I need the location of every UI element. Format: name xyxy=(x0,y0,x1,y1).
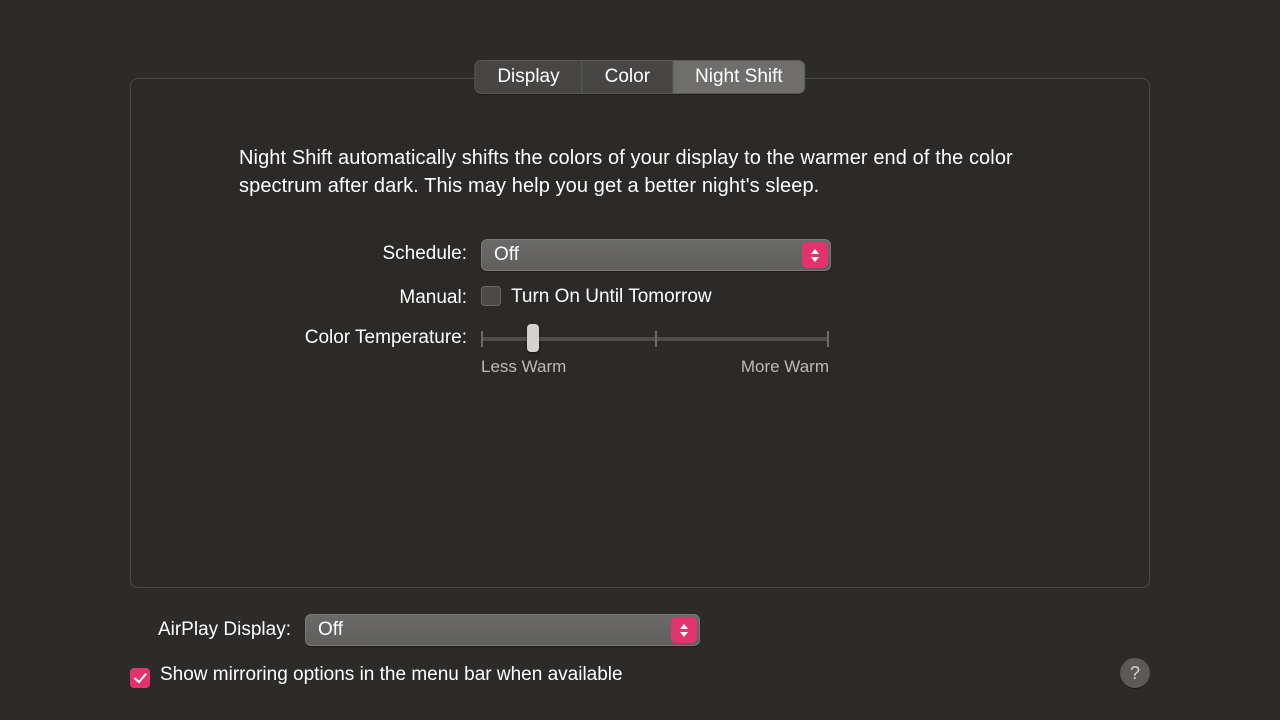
slider-labels: Less Warm More Warm xyxy=(481,357,829,377)
tab-color[interactable]: Color xyxy=(583,61,673,93)
display-preferences-window: Display Color Night Shift Night Shift au… xyxy=(0,0,1280,720)
airplay-popup[interactable]: Off xyxy=(305,614,700,646)
color-temperature-row: Color Temperature: Less Warm More Warm xyxy=(131,323,1149,359)
slider-tick-max xyxy=(827,331,829,347)
airplay-value: Off xyxy=(318,619,343,641)
help-icon: ? xyxy=(1130,663,1140,684)
mirroring-label: Show mirroring options in the menu bar w… xyxy=(160,664,623,686)
schedule-row: Schedule: Off xyxy=(131,239,1149,271)
slider-thumb[interactable] xyxy=(527,324,539,352)
night-shift-description: Night Shift automatically shifts the col… xyxy=(239,144,1041,200)
slider-tick-mid xyxy=(655,331,657,347)
manual-checkbox-label: Turn On Until Tomorrow xyxy=(511,283,712,308)
mirroring-row: Show mirroring options in the menu bar w… xyxy=(130,664,1150,686)
slider-min-label: Less Warm xyxy=(481,357,566,377)
schedule-label: Schedule: xyxy=(131,239,481,265)
manual-row: Manual: Turn On Until Tomorrow xyxy=(131,283,1149,309)
display-tabbar: Display Color Night Shift xyxy=(474,60,805,94)
schedule-value: Off xyxy=(494,244,519,266)
mirroring-checkbox[interactable] xyxy=(130,668,150,688)
schedule-popup[interactable]: Off xyxy=(481,239,831,271)
airplay-row: AirPlay Display: Off xyxy=(130,614,1150,646)
slider-tick-min xyxy=(481,331,483,347)
help-button[interactable]: ? xyxy=(1120,658,1150,688)
color-temperature-label: Color Temperature: xyxy=(131,323,481,349)
slider-max-label: More Warm xyxy=(741,357,829,377)
airplay-label: AirPlay Display: xyxy=(130,619,305,641)
updown-icon xyxy=(802,242,828,268)
updown-icon xyxy=(671,617,697,643)
night-shift-panel: Night Shift automatically shifts the col… xyxy=(130,78,1150,588)
color-temperature-slider[interactable]: Less Warm More Warm xyxy=(481,323,829,359)
manual-checkbox[interactable] xyxy=(481,286,501,306)
tab-night-shift[interactable]: Night Shift xyxy=(673,61,805,93)
tab-display[interactable]: Display xyxy=(475,61,582,93)
manual-label: Manual: xyxy=(131,283,481,309)
